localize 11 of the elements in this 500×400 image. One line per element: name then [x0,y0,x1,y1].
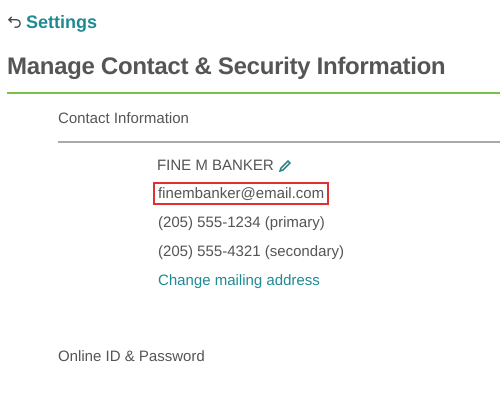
contact-detail: finembanker@email.com [153,182,330,205]
contact-name: FINE M BANKER [157,157,274,174]
settings-link[interactable]: Settings [26,12,98,33]
change-address-link[interactable]: Change mailing address [153,269,325,292]
back-arrow-icon [7,15,22,30]
contact-detail: (205) 555-4321 (secondary) [157,242,345,262]
pencil-icon[interactable] [278,158,292,172]
page-title: Manage Contact & Security Information [7,53,446,81]
section-heading: Online ID & Password [58,348,206,365]
contact-detail: (205) 555-1234 (primary) [157,213,326,233]
section-heading: Contact Information [58,110,190,127]
